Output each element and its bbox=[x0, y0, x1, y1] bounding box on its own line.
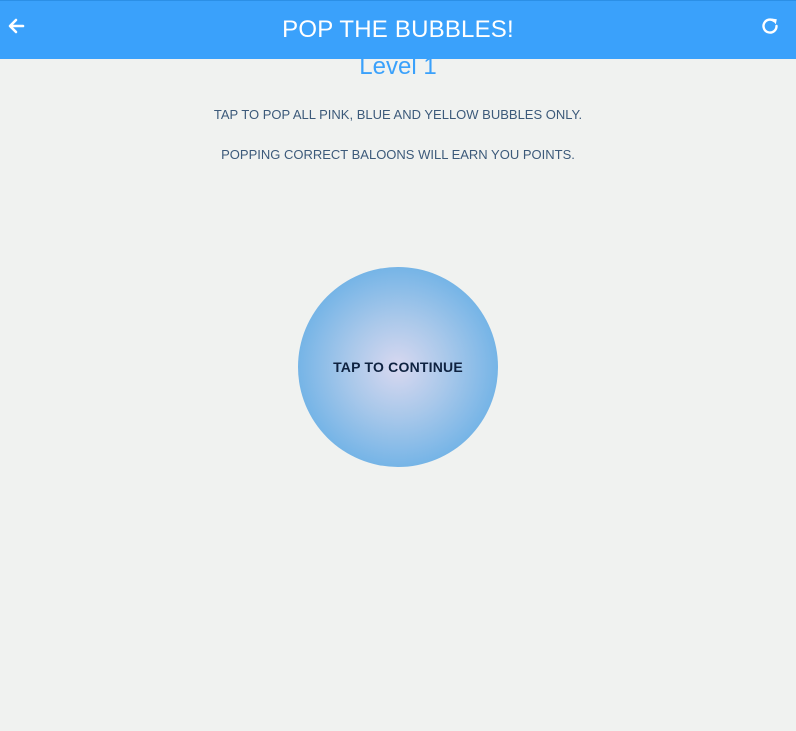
page-title: POP THE BUBBLES! bbox=[282, 16, 514, 43]
continue-bubble-button[interactable]: TAP TO CONTINUE bbox=[298, 267, 498, 467]
continue-label: TAP TO CONTINUE bbox=[333, 359, 463, 375]
level-title: Level 1 bbox=[359, 53, 437, 80]
refresh-button[interactable] bbox=[759, 15, 781, 37]
points-instruction-text: POPPING CORRECT BALOONS WILL EARN YOU PO… bbox=[221, 147, 575, 162]
instruction-text: TAP TO POP ALL PINK, BLUE AND YELLOW BUB… bbox=[213, 107, 583, 122]
app-header: POP THE BUBBLES! bbox=[0, 0, 796, 59]
refresh-icon bbox=[759, 15, 781, 37]
